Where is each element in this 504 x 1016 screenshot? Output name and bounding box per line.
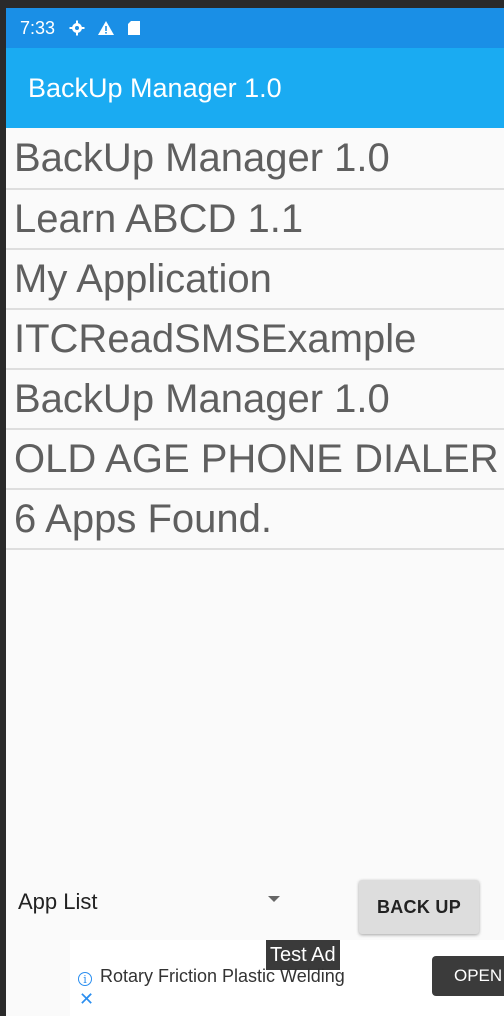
sd-card-icon <box>127 20 141 36</box>
list-item[interactable]: Learn ABCD 1.1 <box>6 190 504 250</box>
status-time: 7:33 <box>20 17 56 38</box>
phone-screen: 7:33 BackUp Manager 1.0 BackUp Manager 1… <box>6 8 504 1016</box>
info-icon[interactable]: i <box>78 972 92 986</box>
list-item[interactable]: ITCReadSMSExample <box>6 310 504 370</box>
app-bar: BackUp Manager 1.0 <box>6 48 504 128</box>
ad-text: Rotary Friction Plastic Welding <box>100 966 345 986</box>
list-item[interactable]: BackUp Manager 1.0 <box>6 370 504 430</box>
backup-button[interactable]: BACK UP <box>359 880 479 934</box>
list-item[interactable]: OLD AGE PHONE DIALER <box>6 430 504 490</box>
list-item[interactable]: BackUp Manager 1.0 <box>6 128 504 190</box>
gear-icon <box>69 20 85 36</box>
spinner-value: App List <box>18 889 98 914</box>
status-bar: 7:33 <box>6 8 504 48</box>
app-list: BackUp Manager 1.0 Learn ABCD 1.1 My App… <box>6 128 504 550</box>
app-list-spinner[interactable]: App List <box>18 876 280 928</box>
controls-row: App List BACK UP <box>6 876 504 936</box>
chevron-down-icon <box>268 896 280 902</box>
app-title: BackUp Manager 1.0 <box>28 72 282 103</box>
list-item-count[interactable]: 6 Apps Found. <box>6 490 504 550</box>
list-item[interactable]: My Application <box>6 250 504 310</box>
ad-banner[interactable]: Test Ad i ✕ Rotary Friction Plastic Weld… <box>70 940 504 1016</box>
warning-icon <box>97 20 115 36</box>
ad-open-button[interactable]: OPEN <box>432 956 504 996</box>
close-icon[interactable]: ✕ <box>79 990 94 1008</box>
